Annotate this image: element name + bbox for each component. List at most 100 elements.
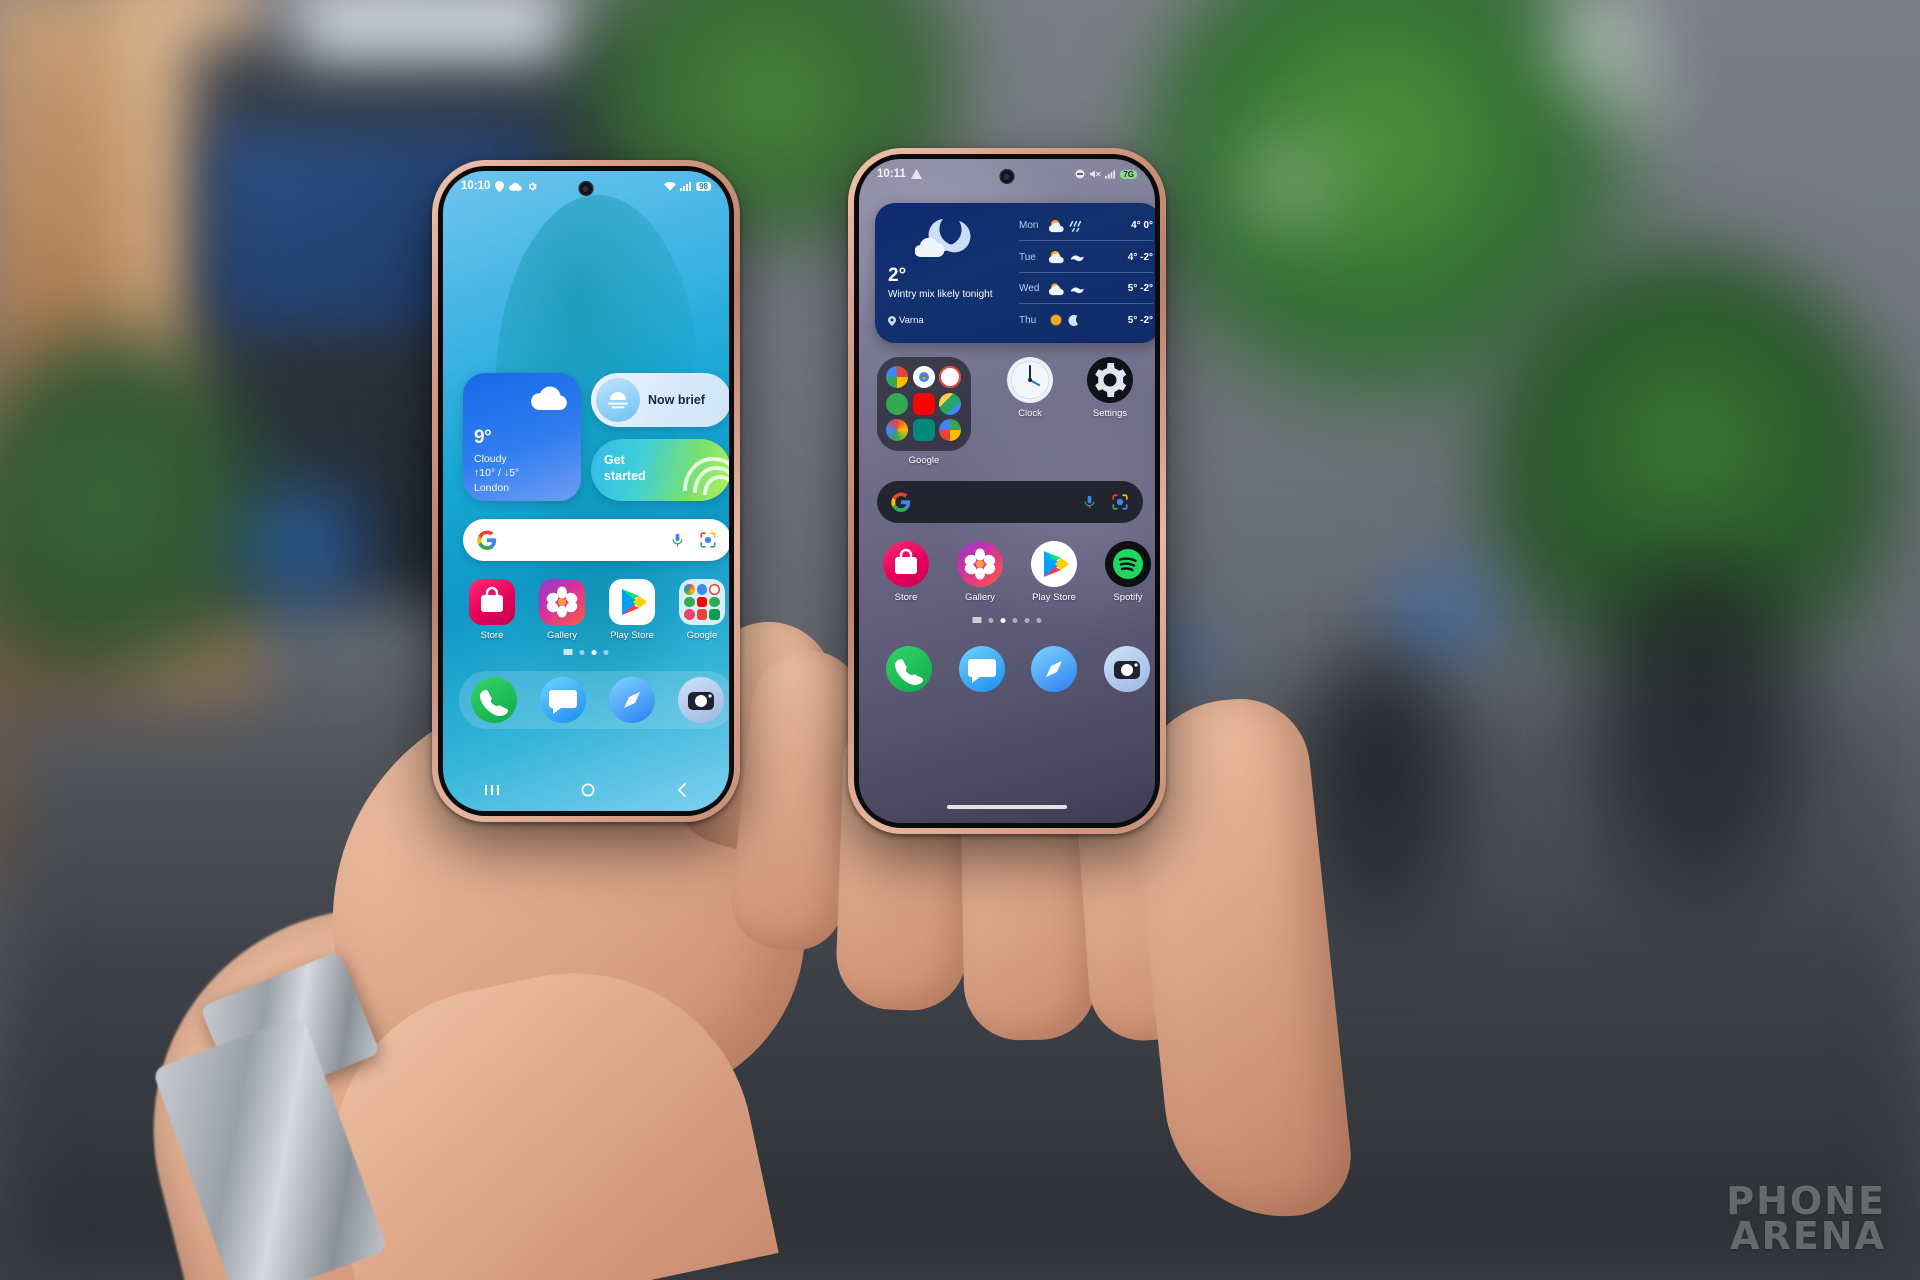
microphone-icon[interactable] <box>1082 493 1097 511</box>
gmail-icon <box>939 366 962 388</box>
app-clock[interactable]: Clock <box>1001 357 1059 419</box>
internet-icon[interactable] <box>1031 646 1078 692</box>
forecast-day: Thu <box>1019 314 1037 326</box>
now-brief-label: Now brief <box>648 393 705 407</box>
phone-icon[interactable] <box>886 646 933 692</box>
watermark-line2: ARENA <box>1730 1214 1886 1259</box>
left-weather-widget[interactable]: 9° Cloudy ↑10° / ↓5° London <box>463 373 581 501</box>
app-label: Play Store <box>610 630 654 641</box>
app-gallery[interactable]: Gallery <box>951 541 1009 603</box>
background-bokeh-white-3 <box>1230 130 1340 240</box>
wind-icon <box>1070 287 1084 294</box>
app-play-store[interactable]: Play Store <box>1025 541 1083 603</box>
left-front-camera <box>578 181 594 196</box>
app-label: Gallery <box>964 592 996 603</box>
app-gallery[interactable]: Gallery <box>531 579 593 641</box>
right-weather-location: Varna <box>899 315 924 326</box>
app-google-folder[interactable]: Google <box>671 579 729 641</box>
messages-icon[interactable] <box>539 677 586 723</box>
app-label: Store <box>480 630 504 641</box>
right-page-indicator[interactable] <box>972 617 1042 623</box>
cloud-icon <box>531 386 567 410</box>
forecast-day: Tue <box>1019 251 1036 263</box>
app-label: Clock <box>1018 408 1042 419</box>
back-icon[interactable] <box>676 783 688 797</box>
google-lens-icon[interactable] <box>699 531 717 549</box>
forecast-icons <box>1049 219 1101 233</box>
left-phone[interactable]: 10:10 98 9° Cloudy ↑10° / ↓5° London Now… <box>432 160 740 822</box>
app-store[interactable]: Store <box>461 579 523 641</box>
messages-icon[interactable] <box>958 646 1005 692</box>
meet-icon <box>912 419 935 442</box>
app-label: Store <box>894 592 918 603</box>
app-play-store[interactable]: Play Store <box>601 579 663 641</box>
forecast-row: Thu 5° -2° <box>1019 306 1153 335</box>
sun-cloud-icon <box>1049 219 1064 232</box>
photos-icon <box>886 419 908 442</box>
sleet-icon <box>1069 220 1082 232</box>
home-icon[interactable] <box>581 783 595 797</box>
forecast-temps: 5° -2° <box>1127 314 1153 326</box>
app-spotify[interactable]: Spotify <box>1099 541 1155 603</box>
sun-cloud-icon <box>1049 251 1064 264</box>
microphone-icon[interactable] <box>670 531 685 549</box>
get-started-line1: Get <box>604 453 625 467</box>
left-page-indicator[interactable] <box>563 649 609 655</box>
home-gesture-indicator[interactable] <box>947 805 1067 809</box>
forecast-temps: 4° 0° <box>1131 220 1153 231</box>
now-brief-widget[interactable]: Now brief <box>591 373 729 427</box>
left-phone-screen[interactable]: 10:10 98 9° Cloudy ↑10° / ↓5° London Now… <box>443 171 729 811</box>
app-settings[interactable]: Settings <box>1081 357 1139 419</box>
left-weather-temperature: 9° <box>474 427 492 448</box>
signal-icon <box>1105 169 1116 179</box>
cloud-icon <box>1049 283 1064 295</box>
right-weather-location-row: Varna <box>888 315 924 326</box>
google-lens-icon[interactable] <box>1111 493 1129 511</box>
right-weather-widget[interactable]: 2° Wintry mix likely tonight Varna Mon 4… <box>875 203 1155 343</box>
forecast-row: Tue 4° -2° <box>1019 243 1153 273</box>
app-store[interactable]: Store <box>877 541 935 603</box>
google-one-icon <box>939 419 962 442</box>
mute-icon <box>1090 170 1101 178</box>
drive-icon <box>939 392 962 415</box>
bixby-rings-icon <box>683 456 729 496</box>
right-weather-temperature: 2° <box>888 265 907 286</box>
watermark: PHONE ARENA <box>1726 1182 1886 1259</box>
camera-icon[interactable] <box>677 677 724 723</box>
background-bokeh-white-2 <box>1600 70 1670 140</box>
left-weather-location: London <box>474 482 510 494</box>
moon-icon <box>1068 314 1079 326</box>
google-icon <box>886 366 908 388</box>
recents-icon[interactable] <box>484 783 500 797</box>
youtube-icon <box>912 392 935 415</box>
gear-icon <box>529 182 538 190</box>
background-person-silhouette <box>1580 560 1820 920</box>
camera-icon[interactable] <box>1103 646 1150 692</box>
get-started-widget[interactable]: Get started <box>591 439 729 501</box>
forecast-icons <box>1049 282 1101 296</box>
google-g-icon <box>477 530 497 550</box>
right-phone-screen[interactable]: 10:11 7G 2° Wintry mix likely tonight Va… <box>859 159 1155 823</box>
left-google-search-bar[interactable] <box>463 519 729 561</box>
google-folder-label: Google <box>908 455 940 466</box>
left-nav-bar[interactable] <box>443 777 729 803</box>
internet-icon[interactable] <box>608 677 655 723</box>
cloud-icon <box>509 182 523 191</box>
dnd-icon <box>1075 169 1085 179</box>
left-weather-condition: Cloudy <box>474 453 507 465</box>
app-drawer-bars-icon[interactable] <box>563 649 573 655</box>
background-ceiling-light <box>300 0 560 60</box>
phone-icon[interactable] <box>470 677 517 723</box>
right-phone[interactable]: 10:11 7G 2° Wintry mix likely tonight Va… <box>848 148 1166 834</box>
right-google-search-bar[interactable] <box>877 481 1143 523</box>
wind-icon <box>1070 255 1084 262</box>
forecast-temps: 4° -2° <box>1127 251 1153 263</box>
google-folder[interactable] <box>877 357 971 451</box>
chrome-icon <box>912 366 935 388</box>
app-drawer-bars-icon[interactable] <box>972 617 982 623</box>
app-label: Play Store <box>1032 592 1076 603</box>
gallery-flower-icon <box>957 541 1003 587</box>
left-dock <box>459 671 729 729</box>
google-folder-icon <box>679 579 725 625</box>
play-store-icon <box>1031 541 1077 587</box>
